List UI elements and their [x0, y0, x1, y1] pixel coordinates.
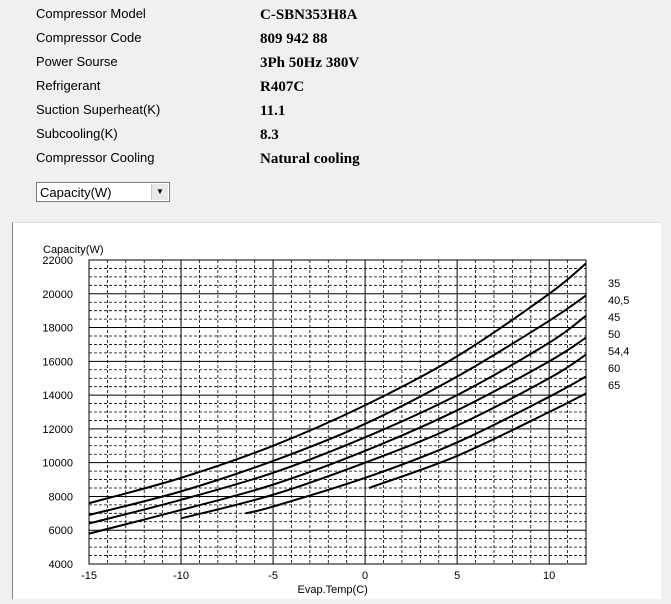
- series-line: [245, 375, 587, 515]
- series-line: [88, 314, 587, 525]
- info-row: Suction Superheat(K) 11.1: [36, 102, 636, 122]
- info-label: Suction Superheat(K): [36, 102, 161, 117]
- info-label: Compressor Model: [36, 6, 146, 21]
- legend-entry: 50: [608, 329, 620, 341]
- info-row: Compressor Cooling Natural cooling: [36, 150, 636, 170]
- x-axis-label: Evap.Temp(C): [298, 584, 368, 596]
- info-label: Subcooling(K): [36, 126, 118, 141]
- info-label: Compressor Code: [36, 30, 142, 45]
- chart-type-select[interactable]: Capacity(W) ▼: [36, 182, 170, 202]
- info-row: Subcooling(K) 8.3: [36, 126, 636, 146]
- chart-panel: 4000 6000 8000 10000 12000 14000 16000 18000 200…: [12, 222, 661, 599]
- chart-type-value: Capacity(W): [40, 185, 112, 200]
- info-value: Natural cooling: [260, 151, 360, 167]
- info-value: 809 942 88: [260, 31, 328, 47]
- info-row: Power Sourse 3Ph 50Hz 380V: [36, 54, 636, 74]
- y-tick-label: 16000: [42, 356, 73, 368]
- x-tick-label: 5: [454, 570, 460, 582]
- info-label: Refrigerant: [36, 78, 101, 93]
- y-axis-label: Capacity(W): [43, 244, 104, 256]
- info-value: C-SBN353H8A: [260, 7, 358, 23]
- series-line: [368, 392, 587, 489]
- x-tick-label: 10: [543, 570, 555, 582]
- info-value: 11.1: [260, 103, 286, 119]
- chevron-down-icon[interactable]: ▼: [151, 184, 168, 200]
- info-label: Power Sourse: [36, 54, 118, 69]
- info-row: Compressor Code 809 942 88: [36, 30, 636, 50]
- x-tick-label: -10: [173, 570, 189, 582]
- legend-entry: 54,4: [608, 346, 629, 358]
- info-value: 8.3: [260, 127, 279, 143]
- legend-entry: 40,5: [608, 295, 629, 307]
- info-value: R407C: [260, 79, 305, 95]
- y-tick-label: 4000: [49, 559, 73, 571]
- x-tick-label: -15: [81, 570, 97, 582]
- x-tick-label: -5: [268, 570, 278, 582]
- y-tick-label: 6000: [49, 525, 73, 537]
- y-tick-label: 12000: [42, 424, 73, 436]
- info-row: Compressor Model C-SBN353H8A: [36, 6, 636, 26]
- legend-entry: 65: [608, 380, 620, 392]
- y-tick-label: 20000: [42, 289, 73, 301]
- info-row: Refrigerant R407C: [36, 78, 636, 98]
- y-tick-label: 10000: [42, 458, 73, 470]
- info-label: Compressor Cooling: [36, 150, 155, 165]
- x-tick-label: 0: [362, 570, 368, 582]
- info-value: 3Ph 50Hz 380V: [260, 55, 360, 71]
- legend-entry: 60: [608, 363, 620, 375]
- y-tick-label: 8000: [49, 491, 73, 503]
- capacity-chart: 4000 6000 8000 10000 12000 14000 16000 18000 200…: [42, 244, 629, 596]
- y-tick-label: 18000: [42, 323, 73, 335]
- y-tick-label: 22000: [42, 255, 73, 267]
- legend-entry: 45: [608, 312, 620, 324]
- legend-entry: 35: [608, 278, 620, 290]
- y-tick-label: 14000: [42, 390, 73, 402]
